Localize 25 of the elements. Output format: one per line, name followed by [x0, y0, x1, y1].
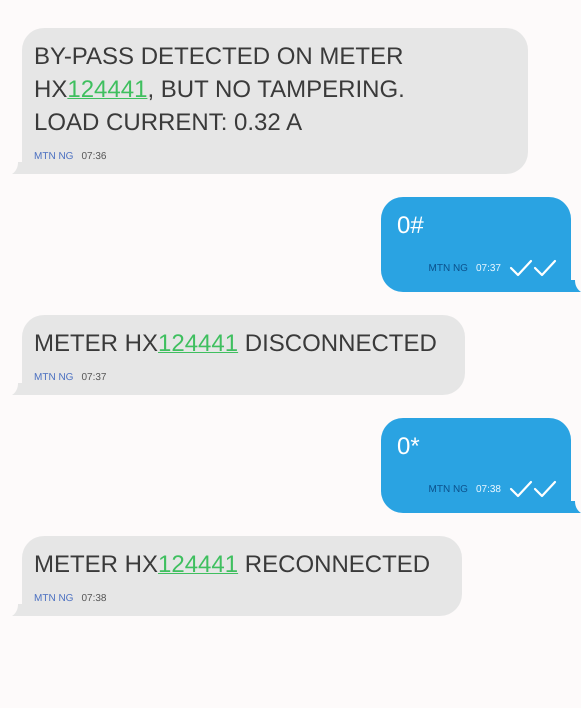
message-time: 07:37	[476, 262, 501, 274]
message-text: BY-PASS DETECTED ON METER HX124441, BUT NO TAMPERING. LOAD CURRENT: 0.32 A	[34, 42, 406, 138]
message-time: 07:38	[81, 593, 106, 604]
sender-label: MTN NG	[34, 593, 74, 604]
message-text: 0*	[397, 432, 421, 462]
message-bubble[interactable]: METER HX124441 RECONNECTED MTN NG 07:38	[22, 536, 462, 616]
bubble-tail	[571, 280, 581, 292]
sender-label: MTN NG	[34, 151, 74, 162]
sender-label: MTN NG	[34, 372, 74, 383]
bubble-tail	[571, 501, 581, 513]
message-bubble[interactable]: BY-PASS DETECTED ON METER HX124441, BUT NO TAMPERING. LOAD CURRENT: 0.32 A MTN NG 07:36	[22, 28, 528, 174]
message-text: 0#	[397, 211, 425, 241]
message-bubble[interactable]: 0# MTN NG 07:37	[381, 197, 571, 292]
message-bubble[interactable]: 0* MTN NG 07:38	[381, 418, 571, 513]
message-time: 07:37	[81, 372, 106, 383]
sender-label: MTN NG	[428, 262, 468, 274]
sender-label: MTN NG	[428, 484, 468, 494]
message-bubble[interactable]: METER HX124441 DISCONNECTED MTN NG 07:37	[22, 315, 465, 395]
meter-number-link[interactable]: 124441	[158, 330, 238, 357]
meter-number-link[interactable]: 124441	[67, 76, 148, 103]
message-time: 07:36	[81, 151, 106, 162]
message-text: METER HX124441 RECONNECTED	[34, 550, 432, 580]
meter-number-link[interactable]: 124441	[158, 551, 238, 578]
message-text: METER HX124441 DISCONNECTED	[34, 329, 438, 359]
message-time: 07:38	[476, 484, 501, 494]
